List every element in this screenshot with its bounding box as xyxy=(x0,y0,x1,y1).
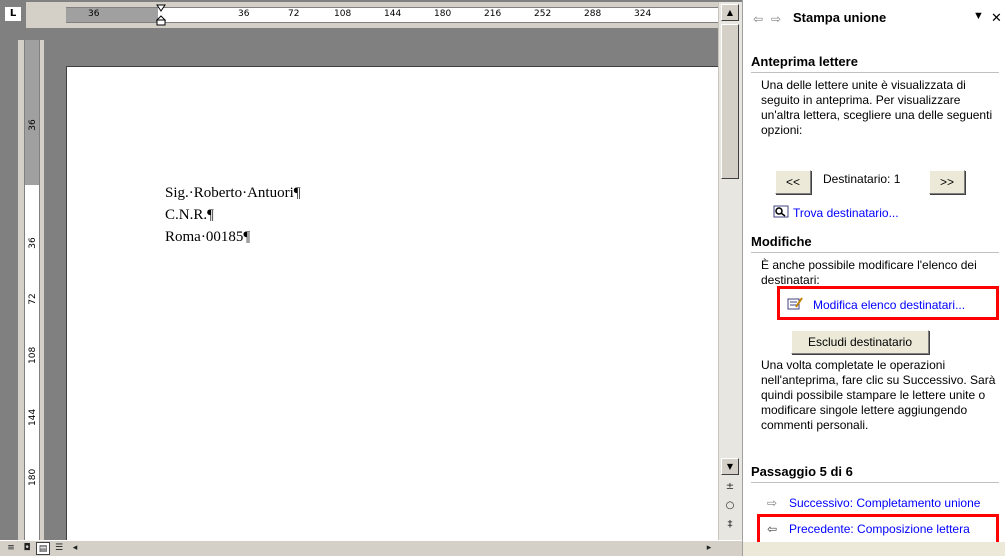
section-heading-preview: Anteprima lettere xyxy=(751,54,858,69)
ruler-label: 144 xyxy=(384,9,402,19)
scroll-right-icon[interactable]: ▸ xyxy=(702,542,716,555)
chevron-down-icon[interactable]: ▼ xyxy=(973,10,984,22)
horizontal-scrollbar[interactable]: ≡ ◘ ▤ ☰ ◂ ▸ xyxy=(0,540,742,556)
preview-description: Una delle lettere unite è visualizzata d… xyxy=(761,78,993,137)
vertical-scrollbar[interactable]: ▲ ▼ ± ○ ‡ xyxy=(718,2,742,540)
ruler-label: 324 xyxy=(634,9,652,19)
outline-view-icon[interactable]: ☰ xyxy=(52,542,66,555)
ruler-top-margin xyxy=(25,40,39,185)
next-page-icon[interactable]: ‡ xyxy=(722,518,738,532)
previous-page-icon[interactable]: ± xyxy=(722,480,738,494)
vertical-ruler-strip: 36 36 72 108 144 180 xyxy=(24,40,40,550)
ruler-label: 108 xyxy=(334,9,352,19)
vertical-ruler[interactable]: 36 36 72 108 144 180 xyxy=(18,40,44,550)
ruler-label: 288 xyxy=(584,9,602,19)
scroll-down-button[interactable]: ▼ xyxy=(721,458,739,475)
horizontal-ruler[interactable]: 36 36 72 108 144 180 216 252 288 324 xyxy=(26,2,718,28)
edit-list-icon xyxy=(787,297,803,310)
task-pane-header: ⇦ ⇨ Stampa unione ▼ ✕ xyxy=(743,0,1008,38)
print-view-icon[interactable]: ▤ xyxy=(36,542,50,555)
ruler-label: 252 xyxy=(534,9,552,19)
ruler-label: 36 xyxy=(28,119,38,131)
close-icon[interactable]: ✕ xyxy=(991,10,1002,26)
previous-recipient-button[interactable]: << xyxy=(775,170,811,194)
indent-marker-icon[interactable] xyxy=(156,4,166,26)
document-page[interactable]: Sig.·Roberto·Antuori¶ C.N.R.¶ Roma·00185… xyxy=(66,66,718,542)
forward-arrow-icon[interactable]: ⇨ xyxy=(771,12,781,26)
task-pane-title: Stampa unione xyxy=(793,10,887,25)
ruler-label: 180 xyxy=(28,468,38,486)
scroll-left-icon[interactable]: ◂ xyxy=(68,542,82,555)
letter-line-org: C.N.R.¶ xyxy=(165,207,214,223)
ruler-label: 144 xyxy=(28,408,38,426)
ruler-label: 72 xyxy=(288,9,300,19)
next-recipient-button[interactable]: >> xyxy=(929,170,965,194)
find-recipient-link[interactable]: Trova destinatario... xyxy=(793,206,899,220)
ruler-label: 180 xyxy=(434,9,452,19)
edit-recipient-list-link[interactable]: Modifica elenco destinatari... xyxy=(813,298,965,312)
document-area: L 36 36 72 108 144 180 216 252 288 324 3… xyxy=(0,0,742,556)
back-arrow-icon[interactable]: ⇦ xyxy=(753,12,763,26)
changes-note: Una volta completate le operazioni nell'… xyxy=(761,358,996,432)
ruler-left-margin xyxy=(66,8,158,22)
previous-step-link[interactable]: Precedente: Composizione lettera xyxy=(789,522,970,536)
recipient-counter: Destinatario: 1 xyxy=(823,172,901,186)
section-divider xyxy=(751,482,999,483)
scroll-up-button[interactable]: ▲ xyxy=(721,4,739,21)
section-divider xyxy=(751,72,999,73)
ruler-label: 36 xyxy=(28,237,38,249)
tab-selector-button[interactable]: L xyxy=(4,6,22,22)
changes-description: È anche possibile modificare l'elenco de… xyxy=(761,258,977,287)
browse-object-icon[interactable]: ○ xyxy=(722,499,738,513)
next-step-link[interactable]: Successivo: Completamento unione xyxy=(789,496,980,510)
ruler-label: 36 xyxy=(88,9,100,19)
scroll-thumb[interactable] xyxy=(721,24,739,179)
section-divider xyxy=(751,252,999,253)
task-pane-scroll-area[interactable] xyxy=(743,542,1005,556)
ruler-label: 216 xyxy=(484,9,502,19)
ruler-label: 36 xyxy=(238,9,250,19)
letter-line-name: Sig.·Roberto·Antuori¶ xyxy=(165,185,301,201)
section-heading-changes: Modifiche xyxy=(751,234,812,249)
section-heading-step: Passaggio 5 di 6 xyxy=(751,464,853,479)
letter-line-city: Roma·00185¶ xyxy=(165,229,251,245)
ruler-label: 108 xyxy=(28,346,38,364)
normal-view-icon[interactable]: ≡ xyxy=(4,542,18,555)
find-recipient-icon xyxy=(773,205,789,218)
ruler-label: 72 xyxy=(28,293,38,305)
exclude-recipient-button[interactable]: Escludi destinatario xyxy=(791,330,929,354)
previous-arrow-icon: ⇦ xyxy=(767,522,778,536)
web-view-icon[interactable]: ◘ xyxy=(20,542,34,555)
mail-merge-task-pane: ⇦ ⇨ Stampa unione ▼ ✕ Anteprima lettere … xyxy=(742,0,1008,556)
next-arrow-icon: ⇨ xyxy=(767,496,778,510)
